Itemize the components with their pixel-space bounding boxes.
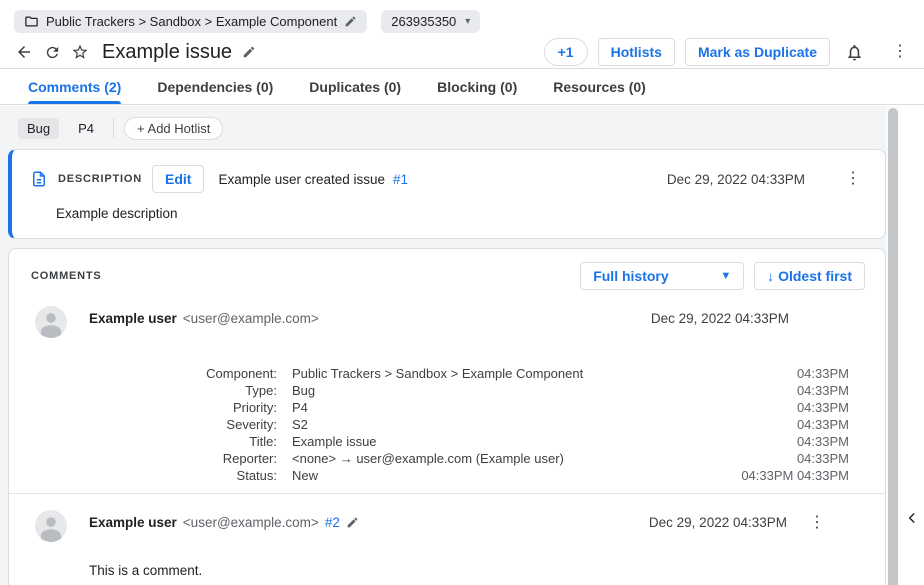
sort-oldest-first-button[interactable]: ↓ Oldest first — [754, 262, 865, 290]
vertical-scrollbar — [886, 106, 900, 585]
tab-dependencies[interactable]: Dependencies (0) — [157, 69, 273, 104]
field-time: 04:33PM — [797, 365, 849, 382]
comments-card: COMMENTS Full history ▼ ↓ Oldest first E… — [8, 248, 886, 585]
component-breadcrumb[interactable]: Public Trackers > Sandbox > Example Comp… — [14, 10, 367, 33]
type-chip[interactable]: Bug — [18, 118, 59, 139]
hotlists-button[interactable]: Hotlists — [598, 38, 675, 66]
comment-2-date: Dec 29, 2022 04:33PM — [649, 510, 787, 530]
comment-permalink[interactable]: #2 — [325, 515, 340, 530]
field-label: Reporter: — [9, 450, 277, 467]
tab-resources[interactable]: Resources (0) — [553, 69, 646, 104]
comments-label: COMMENTS — [31, 270, 102, 282]
field-time: 04:33PM — [797, 382, 849, 399]
description-date: Dec 29, 2022 04:33PM — [667, 172, 805, 187]
vote-button[interactable]: +1 — [544, 38, 588, 66]
back-button[interactable] — [10, 38, 38, 66]
description-label: DESCRIPTION — [58, 173, 142, 185]
comment-1-field-changes: Component: Public Trackers > Sandbox > E… — [9, 365, 849, 484]
field-time: 04:33PM — [797, 416, 849, 433]
folder-icon — [24, 14, 39, 29]
edit-comment-icon[interactable] — [346, 516, 359, 529]
title-actions: +1 Hotlists Mark as Duplicate ⋮ — [544, 38, 908, 66]
comment-author: Example user — [89, 311, 177, 326]
field-value: S2 — [292, 416, 797, 433]
description-doc-icon — [30, 170, 48, 188]
scrollbar-thumb[interactable] — [888, 108, 898, 585]
issue-tracker-app: Public Trackers > Sandbox > Example Comp… — [0, 0, 924, 585]
history-filter-value: Full history — [593, 268, 668, 284]
chevron-down-icon: ▾ — [465, 16, 470, 27]
field-row-priority: Priority: P4 04:33PM — [9, 399, 849, 416]
field-time: 04:33PM — [797, 433, 849, 450]
main-content: Bug P4 + Add Hotlist DESCRIPTION Edit Ex… — [0, 106, 886, 585]
top-bar: Public Trackers > Sandbox > Example Comp… — [0, 0, 924, 34]
comment-2-author-line: Example user <user@example.com> #2 — [89, 510, 359, 530]
comment-author-email: <user@example.com> — [183, 311, 319, 326]
tab-duplicates[interactable]: Duplicates (0) — [309, 69, 401, 104]
comment-author-email: <user@example.com> — [183, 515, 319, 530]
comment-1-header: Example user <user@example.com> Dec 29, … — [9, 290, 885, 338]
avatar — [35, 510, 67, 542]
field-label: Status: — [9, 467, 277, 484]
description-card: DESCRIPTION Edit Example user created is… — [8, 149, 886, 239]
description-body: Example description — [12, 193, 885, 238]
mark-as-duplicate-button[interactable]: Mark as Duplicate — [685, 38, 830, 66]
field-row-reporter: Reporter: <none> → user@example.com (Exa… — [9, 450, 849, 467]
field-time: 04:33PM — [797, 399, 849, 416]
title-bar: Example issue +1 Hotlists Mark as Duplic… — [0, 34, 924, 68]
field-row-severity: Severity: S2 04:33PM — [9, 416, 849, 433]
refresh-button[interactable] — [38, 38, 66, 66]
field-time: 04:33PM 04:33PM — [741, 467, 849, 484]
field-row-title: Title: Example issue 04:33PM — [9, 433, 849, 450]
comments-header: COMMENTS Full history ▼ ↓ Oldest first — [9, 249, 885, 290]
chevron-down-icon: ▼ — [720, 270, 731, 282]
chips-row: Bug P4 + Add Hotlist — [18, 116, 886, 140]
comment-author: Example user — [89, 515, 177, 530]
tab-blocking[interactable]: Blocking (0) — [437, 69, 517, 104]
issue-title: Example issue — [102, 41, 232, 64]
breadcrumb-text: Public Trackers > Sandbox > Example Comp… — [46, 14, 337, 29]
header-more-menu[interactable]: ⋮ — [892, 44, 908, 60]
field-time: 04:33PM — [797, 450, 849, 467]
description-more-menu[interactable]: ⋮ — [845, 171, 861, 187]
add-hotlist-button[interactable]: + Add Hotlist — [124, 117, 223, 140]
field-label: Title: — [9, 433, 277, 450]
priority-chip[interactable]: P4 — [69, 118, 103, 139]
field-label: Severity: — [9, 416, 277, 433]
collapse-panel-chevron-icon[interactable] — [901, 504, 923, 532]
star-button[interactable] — [66, 38, 94, 66]
description-header: DESCRIPTION Edit Example user created is… — [12, 150, 885, 193]
field-value: New — [292, 467, 741, 484]
field-row-status: Status: New 04:33PM 04:33PM — [9, 467, 849, 484]
issue-id: 263935350 — [391, 14, 456, 29]
comment-2-body: This is a comment. — [9, 542, 885, 578]
chip-divider — [113, 118, 114, 138]
field-row-component: Component: Public Trackers > Sandbox > E… — [9, 365, 849, 382]
notifications-bell-icon[interactable] — [840, 38, 868, 66]
edit-title-icon[interactable] — [238, 38, 260, 66]
comment-1-date: Dec 29, 2022 04:33PM — [651, 306, 789, 326]
comment-2-header: Example user <user@example.com> #2 Dec 2… — [9, 494, 885, 542]
edit-component-icon[interactable] — [344, 15, 357, 28]
comment-2-more-menu[interactable]: ⋮ — [809, 515, 825, 531]
right-rail — [900, 106, 924, 585]
history-filter-dropdown[interactable]: Full history ▼ — [580, 262, 744, 290]
issue-id-selector[interactable]: 263935350 ▾ — [381, 10, 480, 33]
tab-comments[interactable]: Comments (2) — [28, 69, 121, 104]
field-value: Public Trackers > Sandbox > Example Comp… — [292, 365, 797, 382]
field-value: Example issue — [292, 433, 797, 450]
comment-1-author-line: Example user <user@example.com> — [89, 306, 319, 326]
field-label: Type: — [9, 382, 277, 399]
edit-description-button[interactable]: Edit — [152, 165, 204, 193]
avatar — [35, 306, 67, 338]
description-comment-link[interactable]: #1 — [393, 172, 408, 187]
field-label: Component: — [9, 365, 277, 382]
field-value: Bug — [292, 382, 797, 399]
issue-tabs: Comments (2) Dependencies (0) Duplicates… — [0, 69, 924, 105]
field-label: Priority: — [9, 399, 277, 416]
field-value: P4 — [292, 399, 797, 416]
field-row-type: Type: Bug 04:33PM — [9, 382, 849, 399]
description-header-text: Example user created issue — [218, 172, 385, 187]
field-value: <none> → user@example.com (Example user) — [292, 450, 797, 467]
